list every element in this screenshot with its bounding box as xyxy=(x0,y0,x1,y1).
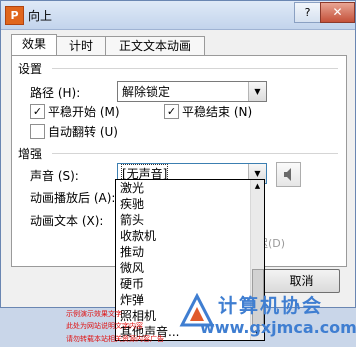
divider xyxy=(52,153,338,154)
smooth-start-checkbox[interactable]: ✓ xyxy=(30,104,45,119)
chevron-down-icon[interactable]: ▼ xyxy=(248,82,266,101)
speaker-icon xyxy=(284,168,291,181)
smooth-end-checkbox[interactable]: ✓ xyxy=(164,104,179,119)
path-select[interactable]: 解除锁定 ▼ xyxy=(117,81,267,102)
sound-option[interactable]: 激光 xyxy=(116,180,264,196)
auto-reverse-label: 自动翻转 (U) xyxy=(48,125,118,139)
sound-option[interactable]: 箭头 xyxy=(116,212,264,228)
enhance-group-label: 增强 xyxy=(18,147,43,161)
auto-reverse-checkbox[interactable] xyxy=(30,124,45,139)
tab-text-animation[interactable]: 正文文本动画 xyxy=(105,36,205,55)
smooth-end-label: 平稳结束 (N) xyxy=(182,105,253,119)
after-animation-label: 动画播放后 (A): xyxy=(30,191,116,205)
red-note-line: 示例演示效果文字 xyxy=(66,310,122,318)
sound-label: 声音 (S): xyxy=(30,169,79,183)
cancel-button[interactable]: 取消 xyxy=(263,269,340,293)
red-note-line: 请勿转载本站相关资源内容广告 xyxy=(66,335,164,343)
smooth-start-label: 平稳开始 (M) xyxy=(48,105,120,119)
watermark-brand: 计算机协会 xyxy=(218,295,324,317)
scroll-up-icon[interactable]: ▲ xyxy=(252,180,263,193)
sound-option[interactable]: 收款机 xyxy=(116,228,264,244)
sound-option[interactable]: 推动 xyxy=(116,244,264,260)
title-bar[interactable]: P 向上 ? ✕ xyxy=(1,1,355,30)
red-note-line: 此处为网站说明文字内容 xyxy=(66,322,143,330)
check-icon: ✓ xyxy=(166,105,177,118)
path-value: 解除锁定 xyxy=(122,85,171,99)
close-button[interactable]: ✕ xyxy=(320,2,355,23)
dialog-title: 向上 xyxy=(28,9,53,23)
sound-option[interactable]: 疾驰 xyxy=(116,196,264,212)
speaker-button[interactable] xyxy=(276,162,301,187)
animate-text-label: 动画文本 (X): xyxy=(30,214,104,228)
settings-group-label: 设置 xyxy=(18,62,43,76)
tab-timing[interactable]: 计时 xyxy=(56,36,106,55)
check-icon: ✓ xyxy=(32,105,43,118)
divider xyxy=(52,68,338,69)
sound-option[interactable]: 微风 xyxy=(116,260,264,276)
sound-option[interactable]: 硬币 xyxy=(116,276,264,292)
tab-effect[interactable]: 效果 xyxy=(11,34,57,56)
presentation-app-icon: P xyxy=(5,6,24,25)
path-label: 路径 (H): xyxy=(30,86,81,100)
watermark-url: www.gxjmca.com xyxy=(200,318,356,337)
help-button[interactable]: ? xyxy=(294,2,321,23)
